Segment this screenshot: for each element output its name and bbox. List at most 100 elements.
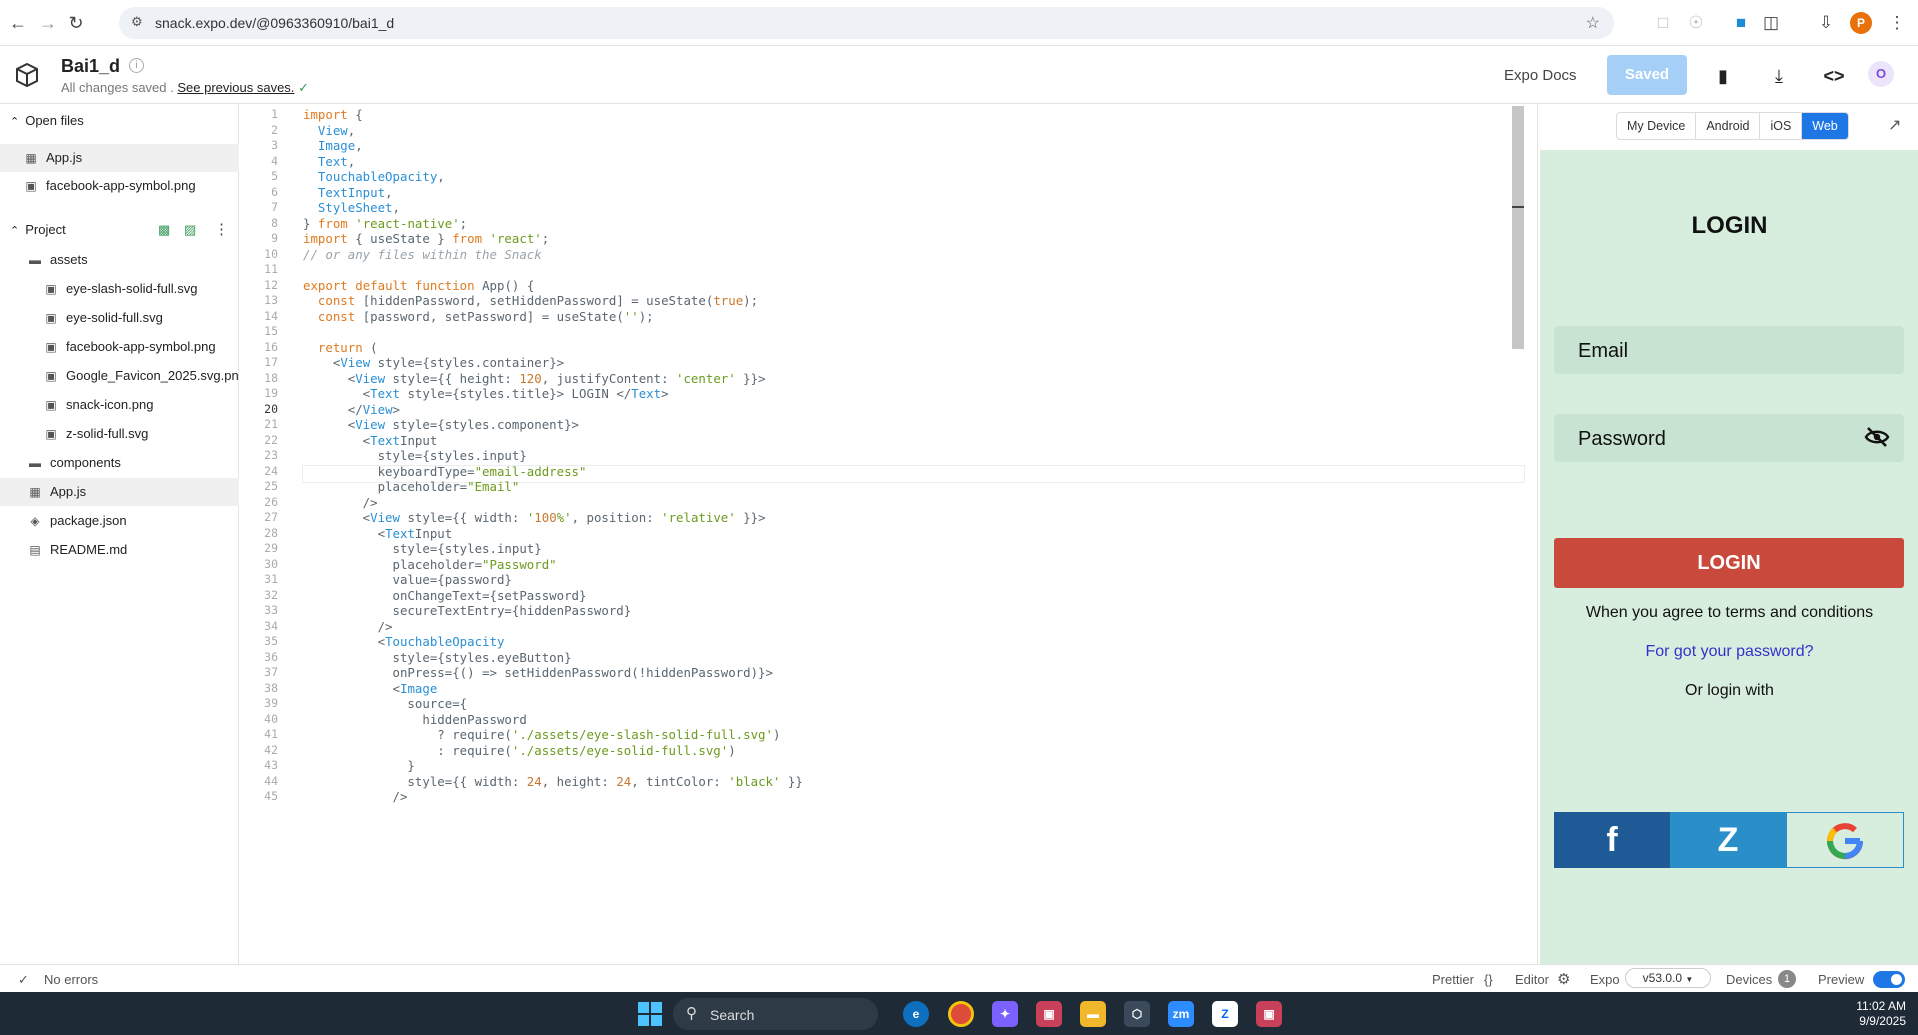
code-line[interactable]: <Text style={styles.title}> LOGIN </Text… — [303, 386, 669, 401]
edge-icon[interactable]: e — [903, 1001, 929, 1027]
code-line[interactable]: onChangeText={setPassword} — [303, 588, 587, 603]
reload-icon[interactable]: ↻ — [63, 10, 89, 36]
tree-item[interactable]: ▣ snack-icon.png — [0, 391, 239, 419]
code-line[interactable]: placeholder="Email" — [303, 479, 520, 494]
code-line[interactable]: </View> — [303, 402, 400, 417]
code-line[interactable]: import { — [303, 107, 363, 122]
errors-status[interactable]: No errors — [44, 972, 98, 987]
tree-item[interactable]: ▣ eye-slash-solid-full.svg — [0, 275, 239, 303]
code-line[interactable]: value={password} — [303, 572, 512, 587]
code-line[interactable]: <View style={{ height: 120, justifyConte… — [303, 371, 766, 386]
eye-slash-icon[interactable] — [1864, 426, 1890, 448]
open-file-item[interactable]: ▦ App.js — [0, 144, 239, 172]
extension-icon[interactable]: □ — [1651, 11, 1675, 35]
address-bar[interactable]: ⚙ snack.expo.dev/@0963360910/bai1_d ☆ — [119, 7, 1614, 39]
taskbar-search[interactable]: ⚲ Search — [673, 998, 878, 1030]
gear-icon[interactable]: ⚙ — [1557, 970, 1570, 988]
user-avatar[interactable]: O — [1868, 61, 1894, 87]
app-icon[interactable]: ▣ — [1256, 1001, 1282, 1027]
project-section[interactable]: ⌃ Project — [0, 217, 239, 243]
info-icon[interactable]: i — [129, 58, 144, 73]
download-project-icon[interactable]: ⤓ — [1767, 64, 1791, 88]
code-line[interactable]: <View style={styles.component}> — [303, 417, 579, 432]
code-line[interactable]: source={ — [303, 696, 467, 711]
code-line[interactable]: placeholder="Password" — [303, 557, 557, 572]
code-line[interactable]: /> — [303, 789, 408, 804]
google-login-button[interactable] — [1786, 812, 1904, 868]
code-line[interactable]: import { useState } from 'react'; — [303, 231, 549, 246]
compass-icon[interactable]: ☉ — [1684, 11, 1708, 35]
zalo-login-button[interactable]: Z — [1670, 812, 1786, 868]
app-icon[interactable]: ▣ — [1036, 1001, 1062, 1027]
zoom-icon[interactable]: zm — [1168, 1001, 1194, 1027]
code-line[interactable]: <Image — [303, 681, 438, 696]
tree-item-assets[interactable]: ▬ assets — [0, 246, 239, 274]
chrome-icon[interactable] — [948, 1001, 974, 1027]
login-button[interactable]: LOGIN — [1554, 538, 1904, 588]
zalo-icon[interactable]: Z — [1212, 1001, 1238, 1027]
app-icon[interactable]: ⬡ — [1124, 1001, 1150, 1027]
project-name[interactable]: Bai1_d — [61, 56, 120, 77]
puzzle-icon[interactable]: ◫ — [1759, 11, 1783, 35]
code-line[interactable]: onPress={() => setHiddenPassword(!hidden… — [303, 665, 773, 680]
tree-item[interactable]: ◈ package.json — [0, 507, 239, 535]
bookmark-star-icon[interactable]: ☆ — [1586, 13, 1600, 33]
tree-item[interactable]: ▣ eye-solid-full.svg — [0, 304, 239, 332]
tab-my-device[interactable]: My Device — [1617, 113, 1697, 139]
taskbar-clock[interactable]: 11:02 AM 9/9/2025 — [1838, 999, 1906, 1029]
code-line[interactable]: const [password, setPassword] = useState… — [303, 309, 654, 324]
forward-icon[interactable]: → — [35, 10, 61, 36]
open-external-icon[interactable]: ↗ — [1888, 115, 1901, 135]
code-line[interactable]: const [hiddenPassword, setHiddenPassword… — [303, 293, 758, 308]
code-line[interactable]: /> — [303, 619, 393, 634]
code-editor[interactable]: 1 import {2 View, 3 Image, 4 Text, 5 Touchab… — [240, 104, 1537, 964]
code-line[interactable]: keyboardType="email-address" — [303, 464, 587, 479]
code-line[interactable]: ? require('./assets/eye-slash-solid-full… — [303, 727, 780, 742]
new-folder-icon[interactable]: ▨ — [184, 222, 196, 238]
code-line[interactable]: Image, — [303, 138, 363, 153]
tree-item[interactable]: ▤ README.md — [0, 536, 239, 564]
code-line[interactable]: StyleSheet, — [303, 200, 400, 215]
code-line[interactable]: /> — [303, 495, 378, 510]
code-line[interactable]: secureTextEntry={hiddenPassword} — [303, 603, 632, 618]
sdk-version-select[interactable]: v53.0.0 ▼ — [1625, 968, 1711, 988]
editor-scrollbar[interactable] — [1512, 106, 1524, 349]
saved-button[interactable]: Saved — [1607, 55, 1687, 95]
file-explorer-icon[interactable]: ▬ — [1080, 1001, 1106, 1027]
code-line[interactable]: style={styles.input} — [303, 541, 542, 556]
embed-code-icon[interactable]: <> — [1822, 64, 1846, 88]
profile-avatar[interactable]: P — [1850, 12, 1872, 34]
back-icon[interactable]: ← — [5, 10, 31, 36]
more-options-icon[interactable]: ⋮ — [214, 220, 229, 238]
copilot-icon[interactable]: ✦ — [992, 1001, 1018, 1027]
facebook-login-button[interactable]: f — [1554, 812, 1670, 868]
previous-saves-link[interactable]: See previous saves. — [177, 80, 294, 95]
tab-web[interactable]: Web — [1802, 113, 1848, 139]
code-line[interactable]: TouchableOpacity, — [303, 169, 445, 184]
tree-item[interactable]: ▣ Google_Favicon_2025.svg.png — [0, 362, 239, 390]
new-file-icon[interactable]: ▩ — [158, 222, 170, 238]
device-qr-icon[interactable]: ▮ — [1711, 64, 1735, 88]
download-icon[interactable]: ⇩ — [1814, 11, 1838, 35]
prettier-toggle[interactable]: Prettier — [1432, 972, 1474, 987]
open-files-section[interactable]: ⌃ Open files — [0, 108, 239, 134]
tab-ios[interactable]: iOS — [1760, 113, 1803, 139]
editor-settings[interactable]: Editor — [1515, 972, 1549, 987]
code-line[interactable]: TextInput, — [303, 185, 393, 200]
code-line[interactable]: } — [303, 758, 414, 773]
code-line[interactable]: <TextInput — [303, 526, 453, 541]
menu-icon[interactable]: ⋮ — [1885, 11, 1909, 35]
code-line[interactable]: <View style={{ width: '100%', position: … — [303, 510, 766, 525]
code-line[interactable]: : require('./assets/eye-solid-full.svg') — [303, 743, 735, 758]
forgot-password-link[interactable]: For got your password? — [1540, 643, 1918, 661]
preview-toggle[interactable] — [1873, 971, 1905, 988]
code-line[interactable]: <View style={styles.container}> — [303, 355, 564, 370]
code-line[interactable]: return ( — [303, 340, 378, 355]
code-line[interactable]: View, — [303, 123, 355, 138]
tree-item[interactable]: ▣ z-solid-full.svg — [0, 420, 239, 448]
code-line[interactable]: export default function App() { — [303, 278, 534, 293]
code-line[interactable]: // or any files within the Snack — [303, 247, 542, 262]
site-info-icon[interactable]: ⚙ — [131, 14, 143, 30]
code-line[interactable]: } from 'react-native'; — [303, 216, 467, 231]
code-line[interactable]: hiddenPassword — [303, 712, 526, 727]
